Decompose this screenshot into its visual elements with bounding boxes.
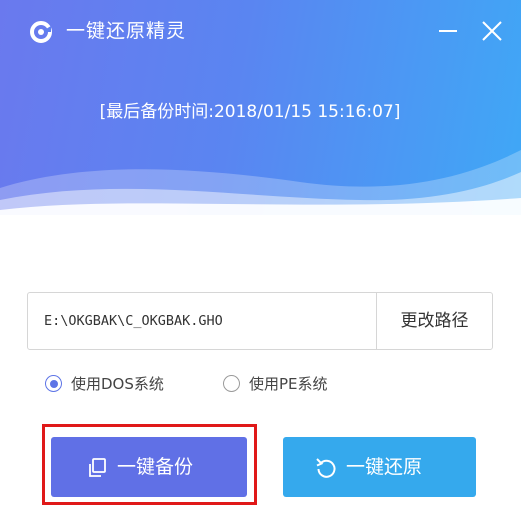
copy-icon [89, 458, 106, 477]
title-bar: 一键还原精灵 [0, 0, 521, 62]
backup-path-box: 更改路径 [27, 292, 493, 350]
minimize-icon [439, 30, 457, 32]
radio-button-checked[interactable] [45, 375, 62, 392]
radio-label-dos: 使用DOS系统 [71, 375, 164, 393]
radio-button-unchecked[interactable] [223, 375, 240, 392]
change-path-button[interactable]: 更改路径 [376, 293, 492, 349]
one-click-restore-button[interactable]: 一键还原 [283, 437, 476, 497]
last-backup-time: [最后备份时间:2018/01/15 15:16:07] [99, 102, 401, 122]
radio-label-pe: 使用PE系统 [249, 375, 328, 393]
app-logo-icon [30, 21, 52, 43]
close-button[interactable] [478, 16, 506, 46]
minimize-button[interactable] [434, 16, 462, 46]
backup-button-label: 一键备份 [117, 456, 194, 478]
undo-icon [316, 458, 336, 478]
one-click-backup-button[interactable]: 一键备份 [51, 437, 247, 497]
header-banner: 一键还原精灵 [最后备份时间:2018/01/15 15:16:07] [0, 0, 521, 215]
restore-button-label: 一键还原 [346, 456, 423, 478]
app-title: 一键还原精灵 [66, 20, 187, 42]
close-icon [482, 21, 502, 41]
radio-dot [49, 379, 58, 388]
app-window: 一键还原精灵 [最后备份时间:2018/01/15 15:16:07] 更改路径… [0, 0, 521, 518]
backup-path-input[interactable] [28, 293, 376, 349]
